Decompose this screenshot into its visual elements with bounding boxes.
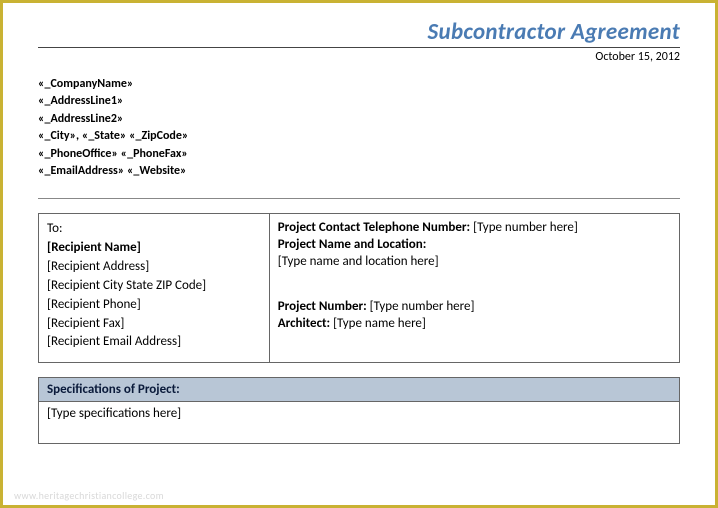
spec-table: Specifications of Project: [Type specifi… [38, 377, 680, 444]
spacer [278, 271, 671, 299]
company-address1: «_AddressLine1» [38, 93, 680, 110]
project-architect: Architect: [Type name here] [278, 316, 671, 331]
company-phones: «_PhoneOffice» «_PhoneFax» [38, 146, 680, 163]
company-block: «_CompanyName» «_AddressLine1» «_Address… [38, 76, 680, 180]
title-wrap: Subcontractor Agreement [38, 18, 680, 46]
company-email-website: «_EmailAddress» «_Website» [38, 163, 680, 180]
info-table: To: [Recipient Name] [Recipient Address]… [38, 213, 680, 363]
title-rule [38, 47, 680, 48]
watermark: www.heritagechristiancollege.com [14, 489, 164, 502]
recipient-phone: [Recipient Phone] [47, 296, 261, 315]
spec-body: [Type specifications here] [39, 402, 680, 444]
recipient-email: [Recipient Email Address] [47, 333, 261, 352]
recipient-name: [Recipient Name] [47, 239, 261, 258]
recipient-city-state-zip: [Recipient City State ZIP Code] [47, 277, 261, 296]
recipient-address: [Recipient Address] [47, 258, 261, 277]
mid-rule [38, 198, 680, 199]
company-name: «_CompanyName» [38, 76, 680, 93]
company-address2: «_AddressLine2» [38, 111, 680, 128]
document-date: October 15, 2012 [38, 50, 680, 64]
spec-header: Specifications of Project: [39, 378, 680, 402]
recipient-cell: To: [Recipient Name] [Recipient Address]… [39, 214, 270, 363]
project-name-location-label: Project Name and Location: [278, 237, 671, 252]
recipient-fax: [Recipient Fax] [47, 315, 261, 334]
company-city-state-zip: «_City», «_State» «_ZipCode» [38, 128, 680, 145]
project-name-location-value: [Type name and location here] [278, 254, 671, 269]
document-title: Subcontractor Agreement [428, 18, 680, 46]
document-content: Subcontractor Agreement October 15, 2012… [0, 0, 718, 444]
to-label: To: [47, 220, 261, 239]
project-cell: Project Contact Telephone Number: [Type … [269, 214, 679, 363]
project-contact-phone: Project Contact Telephone Number: [Type … [278, 220, 671, 235]
project-number: Project Number: [Type number here] [278, 299, 671, 314]
